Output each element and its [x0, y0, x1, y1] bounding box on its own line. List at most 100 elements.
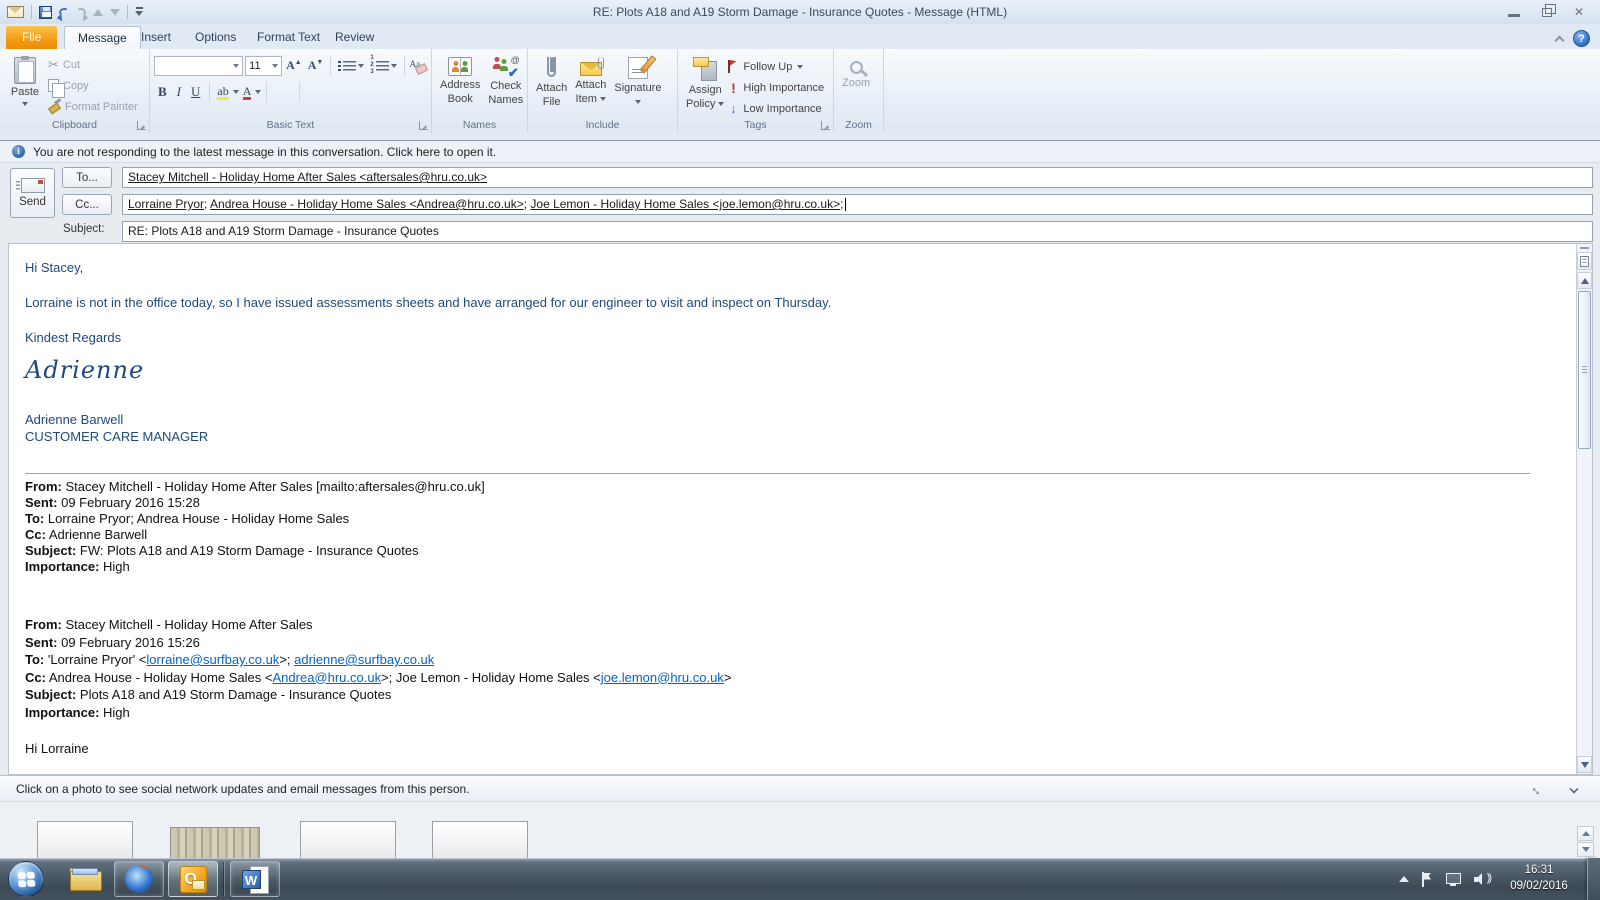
chevron-down-icon — [358, 63, 365, 68]
high-importance-button[interactable]: ! High Importance — [728, 79, 824, 96]
expand-people-pane-icon[interactable]: ↔ — [1528, 780, 1548, 800]
bold-button[interactable]: B — [154, 84, 171, 100]
scroll-up-button[interactable] — [1577, 272, 1592, 289]
customize-qat-icon[interactable] — [135, 7, 144, 17]
low-importance-button[interactable]: ↓ Low Importance — [728, 100, 824, 117]
chevron-down-icon[interactable] — [255, 89, 262, 94]
previous-item-icon[interactable] — [93, 8, 103, 16]
people-pane-scrollbar[interactable] — [1577, 826, 1594, 858]
taskbar-outlook-button[interactable]: O — [168, 861, 218, 897]
decrease-indent-button[interactable] — [305, 91, 311, 93]
save-icon[interactable] — [39, 5, 52, 19]
attach-file-button[interactable]: Attach File — [532, 54, 571, 118]
redo-icon[interactable] — [75, 7, 87, 17]
taskbar-clock[interactable]: 16:31 09/02/2016 — [1496, 862, 1582, 894]
network-icon[interactable] — [1446, 872, 1461, 886]
next-item-icon[interactable] — [110, 8, 120, 16]
cc-button[interactable]: Cc... — [62, 194, 112, 215]
scroll-down-button[interactable] — [1577, 842, 1594, 857]
email-link[interactable]: adrienne@surfbay.co.uk — [294, 652, 434, 667]
show-desktop-button[interactable] — [1587, 858, 1600, 900]
tab-format-text[interactable]: Format Text — [244, 26, 333, 49]
align-center-button[interactable] — [280, 91, 286, 93]
qat-separator — [127, 5, 128, 19]
tab-file[interactable]: File — [6, 26, 58, 49]
tab-options[interactable]: Options — [182, 26, 249, 49]
restore-button[interactable] — [1541, 3, 1556, 17]
minimize-button[interactable] — [1507, 13, 1520, 17]
undo-icon[interactable] — [58, 7, 70, 17]
scroll-up-button[interactable] — [1577, 826, 1594, 841]
scrollbar-thumb[interactable] — [1578, 291, 1591, 449]
cc-field[interactable]: Lorraine Pryor; Andrea House - Holiday H… — [122, 194, 1593, 215]
to-button[interactable]: To... — [62, 167, 112, 188]
close-button[interactable]: ✕ — [1574, 6, 1584, 18]
send-button[interactable]: Send — [10, 168, 55, 218]
collapse-people-pane-icon[interactable] — [1569, 784, 1579, 794]
email-link[interactable]: joe.lemon@hru.co.uk — [601, 670, 724, 685]
minimize-ribbon-icon[interactable] — [1554, 35, 1565, 45]
assign-policy-button[interactable]: Assign Policy — [682, 54, 728, 118]
cc-recipient[interactable]: Andrea House - Holiday Home Sales <Andre… — [210, 197, 524, 211]
paste-dropdown-icon[interactable] — [22, 101, 28, 106]
email-link[interactable]: lorraine@surfbay.co.uk — [146, 652, 279, 667]
tab-review[interactable]: Review — [322, 26, 387, 49]
grow-font-button[interactable]: A▲ — [284, 58, 304, 73]
highlight-button[interactable]: ab — [215, 84, 230, 101]
group-label-names: Names — [462, 119, 497, 131]
clipboard-dialog-launcher-icon[interactable] — [137, 121, 146, 130]
tags-dialog-launcher-icon[interactable] — [821, 121, 830, 130]
reading-options-button[interactable] — [1577, 252, 1592, 270]
check-names-button[interactable]: @ ✔ Check Names — [484, 54, 527, 118]
help-icon[interactable]: ? — [1573, 30, 1590, 47]
format-painter-button[interactable]: Format Painter — [46, 96, 140, 117]
ribbon: Paste ✂ Cut Copy Format Painter Clipboar… — [0, 49, 1600, 133]
cc-recipient[interactable]: Joe Lemon - Holiday Home Sales <joe.lemo… — [530, 197, 840, 211]
splitter-handle[interactable] — [1580, 247, 1589, 249]
shrink-font-button[interactable]: A▼ — [306, 58, 326, 73]
message-body-editor[interactable]: Hi Stacey, Lorraine is not in the office… — [8, 243, 1593, 775]
font-size-combo[interactable]: 11 — [245, 55, 283, 76]
taskbar-explorer-button[interactable] — [60, 861, 110, 897]
conversation-infobar[interactable]: i You are not responding to the latest m… — [0, 141, 1600, 163]
hidden-icons-icon[interactable] — [1399, 876, 1409, 882]
to-field[interactable]: Stacey Mitchell - Holiday Home After Sal… — [122, 167, 1593, 188]
address-book-button[interactable]: Address Book — [436, 54, 484, 118]
chevron-down-icon[interactable] — [232, 89, 239, 94]
taskbar-firefox-button[interactable] — [114, 861, 164, 897]
signature-script: Adrienne — [25, 356, 145, 384]
infobar-text[interactable]: You are not responding to the latest mes… — [33, 145, 496, 159]
subject-field[interactable]: RE: Plots A18 and A19 Storm Damage - Ins… — [122, 221, 1593, 242]
underline-button[interactable]: U — [187, 84, 204, 100]
clear-formatting-icon[interactable] — [410, 59, 427, 73]
email-link[interactable]: Andrea@hru.co.uk — [273, 670, 382, 685]
font-color-button[interactable]: A — [241, 84, 254, 101]
taskbar-word-button[interactable]: W — [230, 861, 280, 897]
action-center-flag-icon[interactable] — [1422, 871, 1433, 887]
signature-button[interactable]: Signature — [610, 54, 665, 118]
numbering-button[interactable]: 123 — [368, 54, 398, 78]
assign-policy-icon — [693, 57, 718, 81]
increase-indent-button[interactable] — [313, 91, 319, 93]
align-right-button[interactable] — [288, 91, 294, 93]
attach-item-button[interactable]: Attach Item — [571, 54, 610, 118]
paste-button[interactable]: Paste — [4, 54, 46, 117]
speaker-icon[interactable]: )) — [1474, 872, 1492, 886]
cut-button[interactable]: ✂ Cut — [46, 54, 140, 75]
align-left-button[interactable] — [272, 91, 278, 93]
body-scrollbar[interactable] — [1576, 244, 1592, 774]
bullets-button[interactable] — [336, 60, 366, 72]
tab-insert[interactable]: Insert — [128, 26, 184, 49]
copy-button[interactable]: Copy — [46, 75, 140, 98]
scroll-down-button[interactable] — [1577, 756, 1592, 773]
basic-text-dialog-launcher-icon[interactable] — [419, 121, 428, 130]
italic-button[interactable]: I — [173, 84, 185, 100]
text-cursor — [845, 198, 847, 212]
font-name-combo[interactable] — [154, 55, 244, 76]
start-button[interactable] — [8, 861, 44, 897]
clock-date: 09/02/2016 — [1510, 880, 1568, 892]
cc-recipient[interactable]: Lorraine Pryor — [128, 197, 204, 211]
zoom-button[interactable]: Zoom — [838, 54, 874, 118]
to-recipient[interactable]: Stacey Mitchell - Holiday Home After Sal… — [128, 170, 487, 184]
follow-up-button[interactable]: Follow Up — [728, 58, 824, 75]
